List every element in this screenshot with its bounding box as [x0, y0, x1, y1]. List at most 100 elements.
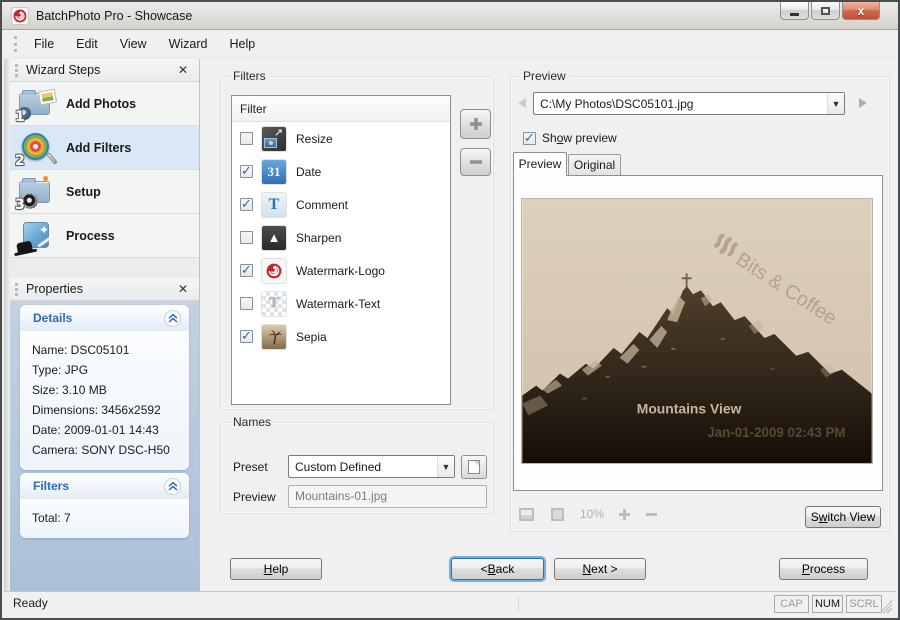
- watermark-logo-icon: [262, 259, 286, 283]
- minus-icon: [469, 159, 483, 165]
- filter-row-sharpen[interactable]: ▲ Sharpen: [232, 221, 450, 254]
- minimize-button[interactable]: [780, 2, 809, 20]
- filter-label: Watermark-Text: [296, 297, 380, 311]
- remove-filter-button[interactable]: [460, 148, 491, 176]
- filter-list: Filter ↗ Resize 31DateTComment ▲ Sharpen Wate…: [231, 95, 451, 405]
- next-button[interactable]: Next >: [554, 558, 646, 580]
- filter-checkbox[interactable]: [240, 264, 253, 277]
- sidebar-item-add-filters[interactable]: 2Add Filters: [10, 126, 199, 170]
- next-photo-icon[interactable]: [859, 98, 867, 108]
- zoom-in-icon[interactable]: [618, 508, 631, 521]
- photo-datestamp: Jan-01-2009 02:43 PM: [707, 425, 845, 440]
- filter-row-resize[interactable]: ↗ Resize: [232, 122, 450, 155]
- help-button[interactable]: Help: [230, 558, 322, 580]
- detail-line: Total: 7: [32, 508, 177, 528]
- app-logo-icon: [11, 7, 29, 25]
- filter-row-date[interactable]: 31Date: [232, 155, 450, 188]
- preset-value: Custom Defined: [289, 460, 437, 474]
- filter-checkbox[interactable]: [240, 231, 253, 244]
- tab-preview[interactable]: Preview: [513, 152, 567, 176]
- app-window: BatchPhoto Pro - Showcase x FileEditView…: [0, 0, 900, 620]
- filters-card: Filters Total: 7: [20, 473, 189, 538]
- summit-cross: [686, 273, 688, 287]
- photo-preview[interactable]: Bits & Coffee: [521, 198, 873, 464]
- properties-close-icon[interactable]: ✕: [175, 282, 191, 296]
- filter-checkbox[interactable]: [240, 297, 253, 310]
- status-bar: Ready CAPNUMSCRL: [4, 591, 896, 616]
- close-button[interactable]: x: [842, 2, 880, 20]
- preview-groupbox: Preview C:\My Photos\DSC05101.jpg ▼ Show…: [510, 76, 890, 532]
- color-swirl-icon: [22, 133, 49, 160]
- menu-gripper[interactable]: [14, 36, 17, 52]
- actual-size-icon[interactable]: [551, 508, 564, 521]
- maximize-icon: [821, 7, 830, 15]
- setup-icon: 3: [17, 175, 57, 209]
- document-icon: [468, 460, 480, 474]
- zoom-out-icon[interactable]: [645, 512, 658, 517]
- detail-line: Type: JPG: [32, 360, 177, 380]
- preview-group-label: Preview: [519, 69, 570, 83]
- filter-row-comment[interactable]: TComment: [232, 188, 450, 221]
- wizard-steps-panel: Wizard Steps ✕ 1Add Photos2Add Filters3S…: [10, 59, 199, 278]
- filter-row-watermark-text[interactable]: TWatermark-Text: [232, 287, 450, 320]
- preset-select[interactable]: Custom Defined ▼: [288, 455, 455, 478]
- details-collapse-button[interactable]: [164, 310, 181, 327]
- name-preview-field[interactable]: Mountains-01.jpg: [288, 485, 487, 508]
- step-number: 3: [15, 197, 25, 213]
- filter-label: Sepia: [296, 330, 327, 344]
- show-preview-label: Show preview: [542, 131, 617, 145]
- show-preview-row: Show preview: [515, 131, 617, 145]
- menu-item-help[interactable]: Help: [220, 33, 264, 55]
- sidebar-item-label: Add Photos: [66, 97, 136, 111]
- filter-row-watermark-logo[interactable]: Watermark-Logo: [232, 254, 450, 287]
- detail-line: Size: 3.10 MB: [32, 380, 177, 400]
- filter-checkbox[interactable]: [240, 330, 253, 343]
- resize-grip[interactable]: [879, 600, 892, 613]
- details-card-header: Details: [20, 305, 189, 331]
- filter-checkbox[interactable]: [240, 198, 253, 211]
- menu-item-view[interactable]: View: [111, 33, 156, 55]
- title-bar[interactable]: BatchPhoto Pro - Showcase x: [2, 2, 898, 30]
- edit-preset-button[interactable]: [461, 455, 487, 479]
- details-card: Details Name: DSC05101Type: JPGSize: 3.1…: [20, 305, 189, 470]
- filters-title: Filters: [33, 479, 69, 493]
- menu-item-file[interactable]: File: [25, 33, 63, 55]
- filters-collapse-button[interactable]: [164, 478, 181, 495]
- filter-checkbox[interactable]: [240, 165, 253, 178]
- maximize-button[interactable]: [811, 2, 840, 20]
- sidebar-item-setup[interactable]: 3Setup: [10, 170, 199, 214]
- filter-label: Sharpen: [296, 231, 341, 245]
- photo-path-select[interactable]: C:\My Photos\DSC05101.jpg ▼: [533, 92, 845, 115]
- panel-gripper[interactable]: [15, 283, 18, 296]
- switch-view-button[interactable]: Switch View: [805, 506, 881, 528]
- show-preview-checkbox[interactable]: [523, 132, 536, 145]
- fit-page-icon[interactable]: [519, 508, 534, 521]
- detail-line: Date: 2009-01-01 14:43: [32, 420, 177, 440]
- photo-path-value: C:\My Photos\DSC05101.jpg: [534, 97, 827, 111]
- filter-column-header[interactable]: Filter: [232, 96, 450, 122]
- filters-group-label: Filters: [229, 69, 270, 83]
- properties-body: Details Name: DSC05101Type: JPGSize: 3.1…: [10, 295, 199, 591]
- panel-gripper[interactable]: [15, 64, 18, 77]
- menu-item-wizard[interactable]: Wizard: [160, 33, 217, 55]
- filter-checkbox[interactable]: [240, 132, 253, 145]
- wizard-steps-close-icon[interactable]: ✕: [175, 63, 191, 77]
- sharpen-icon: ▲: [262, 226, 286, 250]
- chevron-down-icon: ▼: [437, 456, 454, 477]
- sepia-icon: [262, 325, 286, 349]
- add-filter-button[interactable]: [460, 109, 491, 139]
- menu-item-edit[interactable]: Edit: [67, 33, 107, 55]
- magic-hat-icon: [16, 240, 33, 253]
- previous-photo-icon[interactable]: [518, 98, 526, 108]
- filter-label: Resize: [296, 132, 333, 146]
- back-button[interactable]: < Back: [451, 558, 544, 580]
- process-button[interactable]: Process: [779, 558, 868, 580]
- filter-row-sepia[interactable]: Sepia: [232, 320, 450, 353]
- names-group-label: Names: [229, 415, 275, 429]
- sidebar-item-add-photos[interactable]: 1Add Photos: [10, 82, 199, 126]
- status-divider: [518, 596, 519, 612]
- filter-label: Date: [296, 165, 321, 179]
- resize-icon: ↗: [262, 127, 286, 151]
- sidebar-item-process[interactable]: ✦Process: [10, 214, 199, 258]
- tab-original[interactable]: Original: [568, 154, 621, 176]
